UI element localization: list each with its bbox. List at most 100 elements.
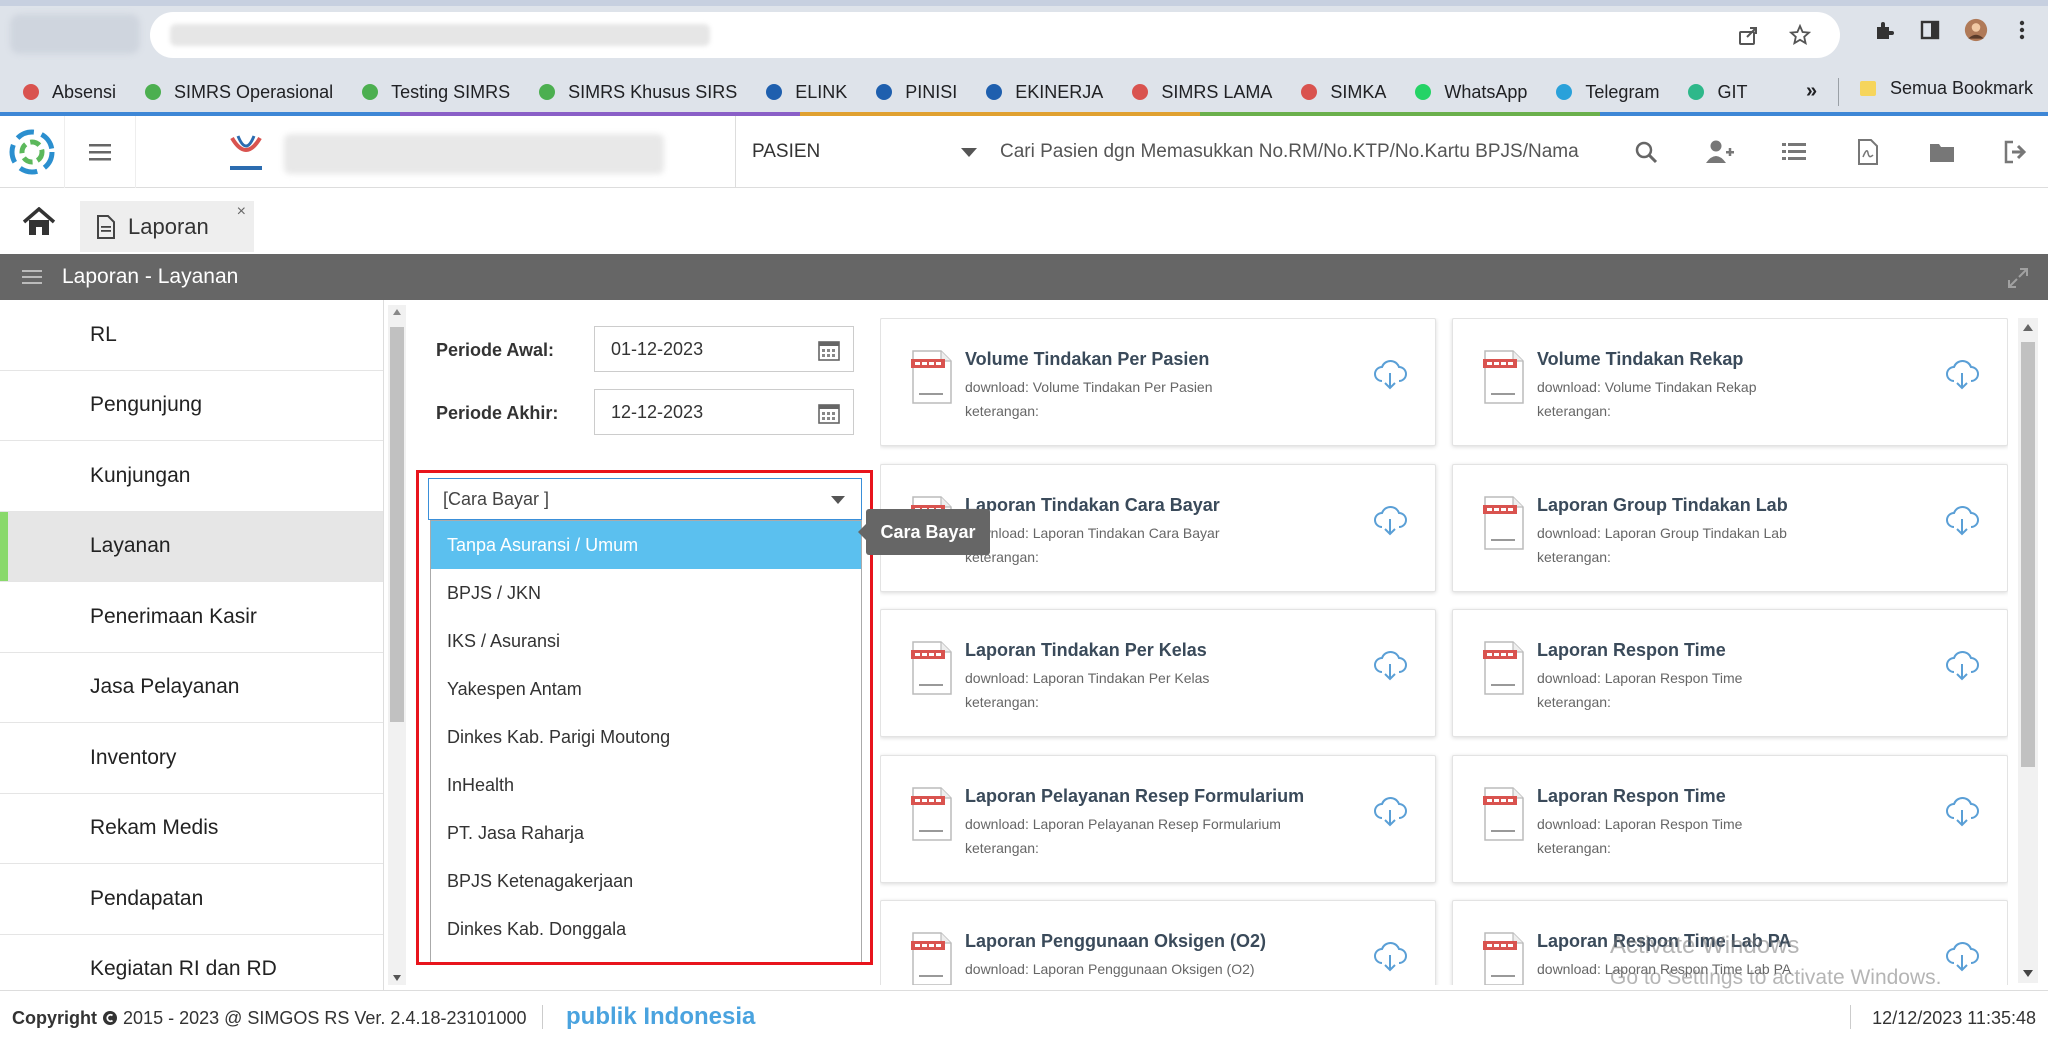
pinisi-icon [873, 81, 895, 103]
add-user-icon[interactable] [1704, 136, 1736, 168]
patient-search-input[interactable] [1000, 132, 1600, 172]
report-download-text: download: Laporan Tindakan Cara Bayar [965, 524, 1220, 541]
scroll-down-arrow[interactable] [393, 975, 401, 981]
search-type-select[interactable]: PASIEN [752, 116, 987, 188]
bookmark-item[interactable]: Telegram [1553, 81, 1659, 103]
bookmark-item[interactable]: Testing SIMRS [359, 81, 510, 103]
bookmark-star-icon[interactable] [1788, 23, 1812, 47]
simrs-logo-icon[interactable] [0, 116, 64, 188]
bookmark-item[interactable]: PINISI [873, 81, 957, 103]
sidebar-item-penerimaan-kasir[interactable]: Penerimaan Kasir [0, 582, 383, 653]
sidebar-item-kunjungan[interactable]: Kunjungan [0, 441, 383, 512]
bookmark-label: SIMRS Khusus SIRS [568, 81, 738, 102]
list-icon[interactable] [1778, 136, 1810, 168]
periode-akhir-field[interactable]: 12-12-2023 [594, 389, 854, 435]
address-bar[interactable] [150, 12, 1840, 58]
sidebar-item-inventory[interactable]: Inventory [0, 723, 383, 794]
bookmark-label: PINISI [905, 81, 958, 102]
cloud-download-icon[interactable] [1373, 359, 1407, 396]
report-card[interactable]: Laporan Penggunaan Oksigen (O2) download:… [880, 900, 1436, 985]
scroll-up-arrow[interactable] [2023, 324, 2033, 331]
report-title[interactable]: Laporan Respon Time [1537, 786, 1726, 807]
hamburger-menu-button[interactable] [64, 116, 136, 188]
report-card[interactable]: Laporan Group Tindakan Lab download: Lapo… [1452, 463, 2008, 592]
report-title[interactable]: Laporan Tindakan Per Kelas [965, 640, 1207, 661]
bookmark-item[interactable]: SIMRS LAMA [1129, 81, 1272, 103]
search-icon[interactable] [1630, 136, 1662, 168]
scroll-thumb[interactable] [390, 327, 404, 722]
panel-title: Laporan - Layanan [62, 265, 239, 288]
filter-scrollbar[interactable] [388, 305, 406, 985]
cloud-download-icon[interactable] [1373, 941, 1407, 978]
profile-avatar-icon[interactable] [1964, 18, 1988, 42]
report-card[interactable]: Volume Tindakan Per Pasien download: Volu… [880, 318, 1436, 446]
report-title[interactable]: Laporan Penggunaan Oksigen (O2) [965, 931, 1266, 952]
cloud-download-icon[interactable] [1945, 650, 1979, 687]
sidebar-item-layanan[interactable]: Layanan [0, 511, 383, 582]
report-title[interactable]: Volume Tindakan Per Pasien [965, 349, 1209, 370]
scroll-thumb[interactable] [2021, 342, 2035, 767]
report-download-text: download: Laporan Group Tindakan Lab [1537, 524, 1787, 541]
expand-icon[interactable] [2006, 266, 2030, 290]
footer-brand[interactable]: publik Indonesia [566, 1003, 755, 1031]
sidebar-item-pengunjung[interactable]: Pengunjung [0, 371, 383, 441]
report-card[interactable]: Volume Tindakan Rekap download: Volume Ti… [1452, 318, 2008, 446]
bookmark-item[interactable]: GIT [1685, 81, 1747, 103]
report-card[interactable]: Laporan Respon Time download: Laporan Res… [1452, 609, 2008, 737]
cloud-download-icon[interactable] [1945, 359, 1979, 396]
pdf-file-icon[interactable] [1852, 136, 1884, 168]
report-title[interactable]: Laporan Respon Time [1537, 640, 1726, 661]
sidebar-item-kegiatan-ri-dan-rd[interactable]: Kegiatan RI dan RD [0, 935, 383, 991]
bookmark-item[interactable]: SIMRS Khusus SIRS [536, 81, 737, 103]
scroll-down-arrow[interactable] [2023, 970, 2033, 977]
bookmarks-overflow-button[interactable]: » [1806, 80, 1817, 103]
bookmark-item[interactable]: SIMRS Operasional [142, 81, 333, 103]
bookmark-item[interactable]: EKINERJA [983, 81, 1103, 103]
periode-akhir-value: 12-12-2023 [611, 401, 704, 422]
cloud-download-icon[interactable] [1945, 796, 1979, 833]
report-title[interactable]: Laporan Tindakan Cara Bayar [965, 495, 1220, 516]
report-scrollbar[interactable] [2018, 318, 2038, 983]
home-icon[interactable] [22, 207, 56, 237]
side-panel-icon[interactable] [1918, 18, 1942, 42]
close-icon[interactable]: × [237, 203, 246, 221]
cloud-download-icon[interactable] [1945, 505, 1979, 542]
report-title[interactable]: Laporan Group Tindakan Lab [1537, 495, 1788, 516]
extensions-icon[interactable] [1872, 18, 1896, 42]
pdf-file-icon [1481, 349, 1527, 410]
sidebar-item-rekam-medis[interactable]: Rekam Medis [0, 794, 383, 864]
report-card[interactable]: Laporan Respon Time download: Laporan Res… [1452, 754, 2008, 883]
logout-icon[interactable] [2000, 136, 2032, 168]
browser-menu-icon[interactable] [2010, 18, 2034, 42]
cloud-download-icon[interactable] [1373, 650, 1407, 687]
sidebar-item-pendapatan[interactable]: Pendapatan [0, 864, 383, 935]
share-icon[interactable] [1736, 23, 1760, 47]
periode-akhir-label: Periode Akhir: [436, 403, 559, 423]
periode-awal-field[interactable]: 01-12-2023 [594, 326, 854, 372]
bookmark-item[interactable]: ELINK [763, 81, 847, 103]
calendar-icon[interactable] [817, 401, 841, 425]
report-card[interactable]: Laporan Pelayanan Resep Formularium downl… [880, 754, 1436, 883]
bookmark-item[interactable]: WhatsApp [1412, 81, 1527, 103]
calendar-icon[interactable] [817, 338, 841, 362]
cloud-download-icon[interactable] [1373, 505, 1407, 542]
all-bookmarks-button[interactable]: Semua Bookmark [1856, 76, 2033, 100]
report-title[interactable]: Laporan Pelayanan Resep Formularium [965, 786, 1304, 807]
report-card[interactable]: Laporan Tindakan Per Kelas download: Lapo… [880, 609, 1436, 737]
cloud-download-icon[interactable] [1373, 796, 1407, 833]
folder-icon[interactable] [1926, 136, 1958, 168]
sidebar-item-jasa-pelayanan[interactable]: Jasa Pelayanan [0, 653, 383, 723]
scroll-up-arrow[interactable] [393, 309, 401, 315]
browser-tabstrip [0, 0, 2048, 6]
bookmarks-bar: Absensi SIMRS Operasional Testing SIMRS SIM… [0, 70, 2048, 114]
bookmark-item[interactable]: Absensi [20, 81, 116, 103]
app-logo-icon [1129, 81, 1151, 103]
panel-menu-icon[interactable] [20, 265, 44, 289]
sidebar-item-rl[interactable]: RL [0, 300, 383, 371]
hospital-name-blurred [284, 134, 664, 174]
tab-laporan[interactable]: Laporan × [80, 201, 254, 252]
cloud-download-icon[interactable] [1945, 941, 1979, 978]
tab-laporan-label: Laporan [128, 213, 209, 239]
report-title[interactable]: Volume Tindakan Rekap [1537, 349, 1743, 370]
bookmark-item[interactable]: SIMKA [1298, 81, 1386, 103]
